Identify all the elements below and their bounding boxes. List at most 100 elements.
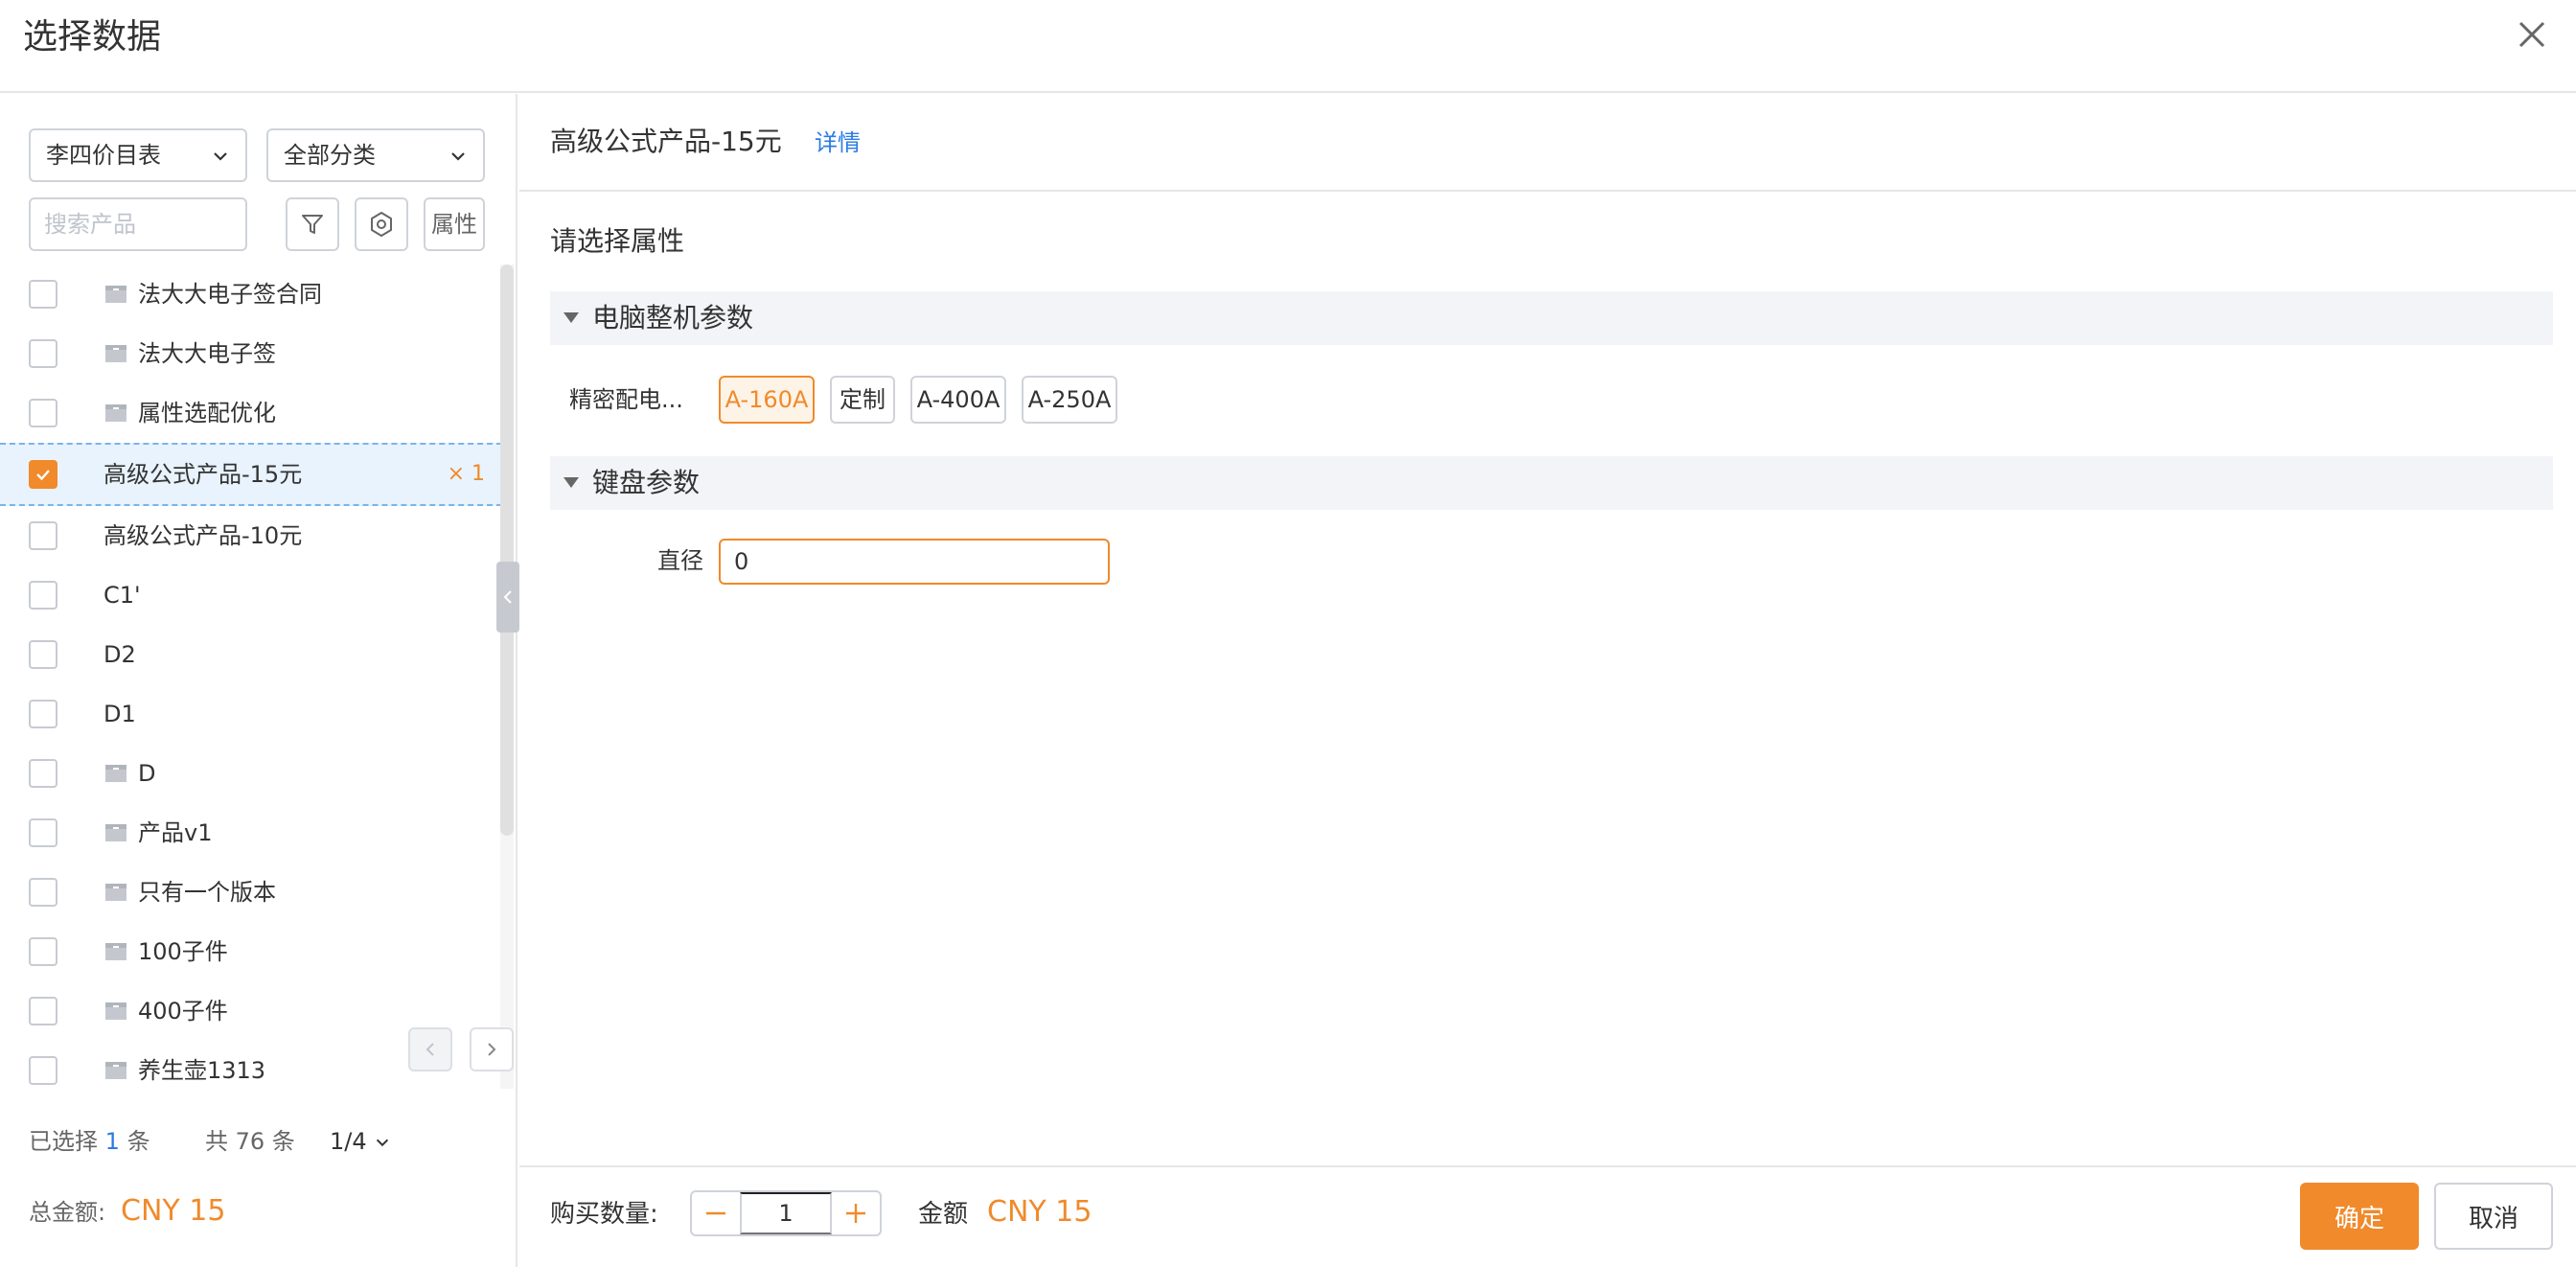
total-count: 共 76 条	[205, 1128, 295, 1155]
next-page-button[interactable]	[470, 1027, 514, 1071]
settings-icon	[371, 212, 392, 237]
row-label: 法大大电子签	[138, 340, 276, 367]
param-label-diameter: 直径	[657, 547, 703, 574]
amount-label: 金额	[918, 1200, 969, 1229]
selected-count: 已选择 1 条	[29, 1125, 150, 1158]
row-checkbox[interactable]	[29, 818, 58, 847]
row-label: 100子件	[138, 938, 228, 965]
row-label: 400子件	[138, 998, 228, 1025]
category-select[interactable]: 全部分类	[266, 128, 485, 182]
total-amount-value: CNY 15	[121, 1194, 226, 1228]
row-checkbox[interactable]	[29, 1056, 58, 1085]
total-amount-label: 总金额:	[29, 1199, 106, 1226]
row-checkbox[interactable]	[29, 581, 58, 610]
price-list-select[interactable]: 李四价目表	[29, 128, 247, 182]
purchase-bar: 购买数量: 金额 CNY 15 确定 取消	[519, 1165, 2576, 1267]
folder-icon	[105, 404, 126, 422]
list-item[interactable]: 产品v1	[0, 803, 502, 863]
cancel-button[interactable]: 取消	[2434, 1183, 2553, 1250]
option-a160a[interactable]: A-160A	[719, 376, 815, 424]
plus-icon	[846, 1204, 865, 1223]
row-checkbox[interactable]	[29, 759, 58, 788]
row-checkbox[interactable]	[29, 521, 58, 550]
dialog-title: 选择数据	[23, 17, 162, 57]
list-item[interactable]: D2	[0, 625, 502, 684]
product-list: 法大大电子签合同 法大大电子签 属性选配优化 高级公式产品-15元 × 1 高级…	[0, 265, 502, 1089]
close-icon[interactable]	[2513, 15, 2551, 54]
list-scrollbar-thumb[interactable]	[500, 265, 514, 836]
decrement-button[interactable]	[692, 1192, 740, 1234]
list-item[interactable]: 属性选配优化	[0, 383, 502, 443]
check-icon	[36, 470, 50, 481]
folder-icon	[105, 824, 126, 841]
option-custom[interactable]: 定制	[830, 376, 895, 424]
selected-prefix: 已选择	[29, 1128, 98, 1155]
row-checkbox[interactable]	[29, 280, 58, 309]
folder-icon	[105, 884, 126, 901]
param-label-power: 精密配电...	[569, 386, 683, 413]
folder-icon	[105, 345, 126, 362]
folder-icon	[105, 286, 126, 303]
page-select[interactable]: 1/4	[330, 1125, 391, 1158]
option-a400a[interactable]: A-400A	[910, 376, 1006, 424]
section-title: 键盘参数	[592, 467, 701, 498]
section-computer-params[interactable]: 电脑整机参数	[550, 291, 2553, 345]
quantity-input[interactable]	[740, 1192, 832, 1234]
row-label: 高级公式产品-15元	[104, 461, 303, 488]
amount-value: CNY 15	[987, 1195, 1092, 1229]
minus-icon	[706, 1211, 725, 1215]
row-checkbox[interactable]	[29, 640, 58, 669]
row-label: 属性选配优化	[138, 400, 276, 426]
row-label: D1	[104, 701, 136, 727]
caret-down-icon	[564, 312, 579, 323]
row-checkbox[interactable]	[29, 339, 58, 368]
section-title: 电脑整机参数	[592, 302, 754, 334]
option-a250a[interactable]: A-250A	[1022, 376, 1117, 424]
detail-link[interactable]: 详情	[815, 125, 861, 161]
list-item[interactable]: 高级公式产品-10元	[0, 506, 502, 565]
row-label: 只有一个版本	[138, 879, 276, 906]
increment-button[interactable]	[832, 1192, 880, 1234]
list-item-selected[interactable]: 高级公式产品-15元 × 1	[0, 443, 502, 506]
row-label: D2	[104, 641, 136, 668]
category-value: 全部分类	[284, 142, 376, 169]
confirm-button[interactable]: 确定	[2300, 1183, 2419, 1250]
chevron-down-icon	[377, 1139, 389, 1147]
row-checkbox[interactable]	[29, 878, 58, 907]
list-item[interactable]: D	[0, 744, 502, 803]
row-label: 养生壶1313	[138, 1057, 266, 1084]
list-item[interactable]: 100子件	[0, 922, 502, 981]
product-detail-panel: 高级公式产品-15元 详情 请选择属性 电脑整机参数 精密配电... A-160…	[519, 94, 2576, 1267]
folder-icon	[105, 943, 126, 960]
list-item[interactable]: D1	[0, 684, 502, 744]
row-checkbox[interactable]	[29, 937, 58, 966]
attribute-button[interactable]: 属性	[424, 197, 485, 251]
row-label: 高级公式产品-10元	[104, 522, 303, 549]
quantity-stepper	[690, 1190, 882, 1236]
selected-number: 1	[104, 1128, 120, 1155]
row-label: D	[138, 760, 156, 787]
list-item[interactable]: C1'	[0, 565, 502, 625]
row-checkbox[interactable]	[29, 399, 58, 427]
caret-down-icon	[564, 477, 579, 488]
list-item[interactable]: 法大大电子签	[0, 324, 502, 383]
diameter-input[interactable]	[719, 539, 1110, 585]
settings-button[interactable]	[355, 197, 408, 251]
row-checkbox[interactable]	[29, 700, 58, 728]
section-keyboard-params[interactable]: 键盘参数	[550, 456, 2553, 510]
row-label: 产品v1	[138, 819, 213, 846]
filter-button[interactable]	[286, 197, 339, 251]
divider	[519, 190, 2576, 192]
row-checkbox[interactable]	[29, 997, 58, 1025]
collapse-panel-handle[interactable]	[496, 562, 519, 633]
folder-icon	[105, 1062, 126, 1079]
product-list-panel: 李四价目表 全部分类 属性 法大大电子签合同 法大大电子签 属性选配优化	[0, 94, 519, 1267]
row-checkbox-checked[interactable]	[29, 460, 58, 489]
search-input[interactable]	[29, 197, 247, 251]
page-indicator: 1/4	[330, 1128, 367, 1155]
list-item[interactable]: 只有一个版本	[0, 863, 502, 922]
quantity-label: 购买数量:	[550, 1200, 658, 1229]
list-item[interactable]: 法大大电子签合同	[0, 265, 502, 324]
price-list-value: 李四价目表	[46, 142, 161, 169]
prev-page-button[interactable]	[408, 1027, 452, 1071]
